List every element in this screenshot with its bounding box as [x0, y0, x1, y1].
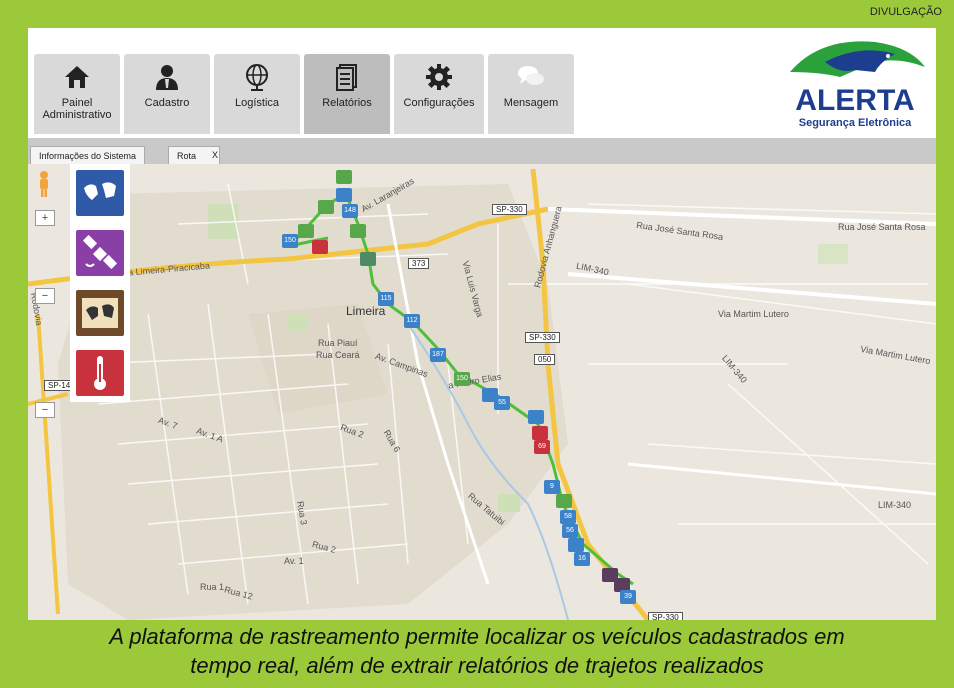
- vehicle-marker[interactable]: 69: [534, 440, 550, 454]
- thermometer-icon: [94, 356, 106, 390]
- vehicle-marker[interactable]: 58: [560, 510, 576, 524]
- tab-relatorios[interactable]: Relatórios: [304, 54, 390, 134]
- globe-icon: [246, 64, 268, 91]
- vehicle-marker[interactable]: 39: [620, 590, 636, 604]
- vehicle-marker[interactable]: 150: [454, 372, 470, 386]
- subtab-informacoes[interactable]: Informações do Sistema: [30, 146, 146, 164]
- street-label: Via Martim Lutero: [718, 309, 789, 319]
- photo-credit: DIVULGAÇÃO: [869, 6, 942, 18]
- logo-wordmark: ALERTA: [795, 84, 914, 117]
- alerta-logo: ALERTA Segurança Eletrônica: [790, 41, 925, 129]
- old-map-icon: [82, 298, 118, 328]
- street-label: Rua José Santa Rosa: [838, 222, 926, 232]
- street-label: Rua Ceará: [316, 350, 360, 360]
- city-label: Limeira: [346, 304, 386, 318]
- caption-line: tempo real, além de extrair relatórios d…: [190, 653, 764, 678]
- tab-mensagem[interactable]: Mensagem: [488, 54, 574, 134]
- vehicle-marker[interactable]: [318, 200, 334, 214]
- nav-tabs: Painel Administrativo Cadastro Logística…: [34, 54, 574, 134]
- world-map-button[interactable]: [76, 170, 124, 216]
- vehicle-marker[interactable]: [336, 188, 352, 202]
- road-shield: 050: [534, 354, 556, 365]
- satellite-icon: [82, 234, 118, 270]
- street-label: Rua Piauí: [318, 338, 358, 348]
- logo-tagline: Segurança Eletrônica: [799, 117, 912, 129]
- road-shield: SP-330: [648, 612, 683, 620]
- vehicle-marker[interactable]: [532, 426, 548, 440]
- road-shield: SP-330: [492, 204, 527, 215]
- vehicle-marker[interactable]: [350, 224, 366, 238]
- zoom-out-button[interactable]: −: [35, 402, 55, 418]
- vehicle-marker[interactable]: [360, 252, 376, 266]
- zoom-in-button[interactable]: +: [35, 210, 55, 226]
- caption-line: A plataforma de rastreamento permite loc…: [109, 624, 845, 649]
- user-icon: [156, 65, 178, 90]
- world-map-icon: [84, 182, 116, 200]
- tab-label: Cadastro: [144, 97, 190, 109]
- home-icon: [65, 66, 89, 88]
- tab-label: Painel Administrativo: [42, 97, 112, 121]
- tab-configuracoes[interactable]: Configurações: [394, 54, 484, 134]
- vehicle-marker[interactable]: 16: [574, 552, 590, 566]
- tracking-app-window: Painel Administrativo Cadastro Logística…: [28, 28, 936, 620]
- tab-cadastro[interactable]: Cadastro: [124, 54, 210, 134]
- vehicle-marker[interactable]: 55: [494, 396, 510, 410]
- tab-label: Relatórios: [322, 97, 372, 109]
- vehicle-marker[interactable]: [312, 240, 328, 254]
- weather-button[interactable]: [76, 350, 124, 396]
- zoom-out-button[interactable]: −: [35, 288, 55, 304]
- vehicle-marker[interactable]: 112: [404, 314, 420, 328]
- vehicle-marker[interactable]: [298, 224, 314, 238]
- satellite-button[interactable]: [76, 230, 124, 276]
- road-shield: SP-330: [525, 332, 560, 343]
- street-label: Av. 1: [284, 556, 304, 566]
- close-tab-button[interactable]: X: [212, 146, 218, 164]
- pegman-icon[interactable]: [36, 170, 52, 198]
- vehicle-marker[interactable]: 187: [430, 348, 446, 362]
- gear-icon: [426, 64, 452, 90]
- street-label: LIM-340: [878, 500, 912, 510]
- tab-logistica[interactable]: Logística: [214, 54, 300, 134]
- vehicle-marker[interactable]: 9: [544, 480, 560, 494]
- tab-painel-administrativo[interactable]: Painel Administrativo: [34, 54, 120, 134]
- vehicle-marker[interactable]: 150: [282, 234, 298, 248]
- top-navigation: Painel Administrativo Cadastro Logística…: [28, 28, 936, 138]
- chat-icon: [518, 66, 544, 85]
- image-caption: A plataforma de rastreamento permite loc…: [0, 622, 954, 680]
- tab-label: Logística: [234, 97, 280, 109]
- vehicle-marker[interactable]: [528, 410, 544, 424]
- subtab-rota-label: Rota: [177, 151, 197, 161]
- vehicle-marker[interactable]: [556, 494, 572, 508]
- vehicle-marker[interactable]: 56: [562, 524, 578, 538]
- tab-label: Mensagem: [503, 97, 559, 109]
- vehicle-marker[interactable]: [568, 538, 584, 552]
- vehicle-marker[interactable]: 115: [378, 292, 394, 306]
- vehicle-marker[interactable]: 148: [342, 204, 358, 218]
- vehicle-marker[interactable]: [336, 170, 352, 184]
- tab-label: Configurações: [403, 97, 475, 109]
- road-shield: 373: [408, 258, 430, 269]
- street-label: Rua 1: [200, 582, 225, 592]
- document-tabs-bar: Informações do Sistema Rota X: [28, 138, 936, 164]
- terrain-map-button[interactable]: [76, 290, 124, 336]
- route-map[interactable]: Limeira SP-330 SP-330 SP-330 373 050 SP-…: [28, 164, 936, 620]
- document-icon: [336, 64, 357, 91]
